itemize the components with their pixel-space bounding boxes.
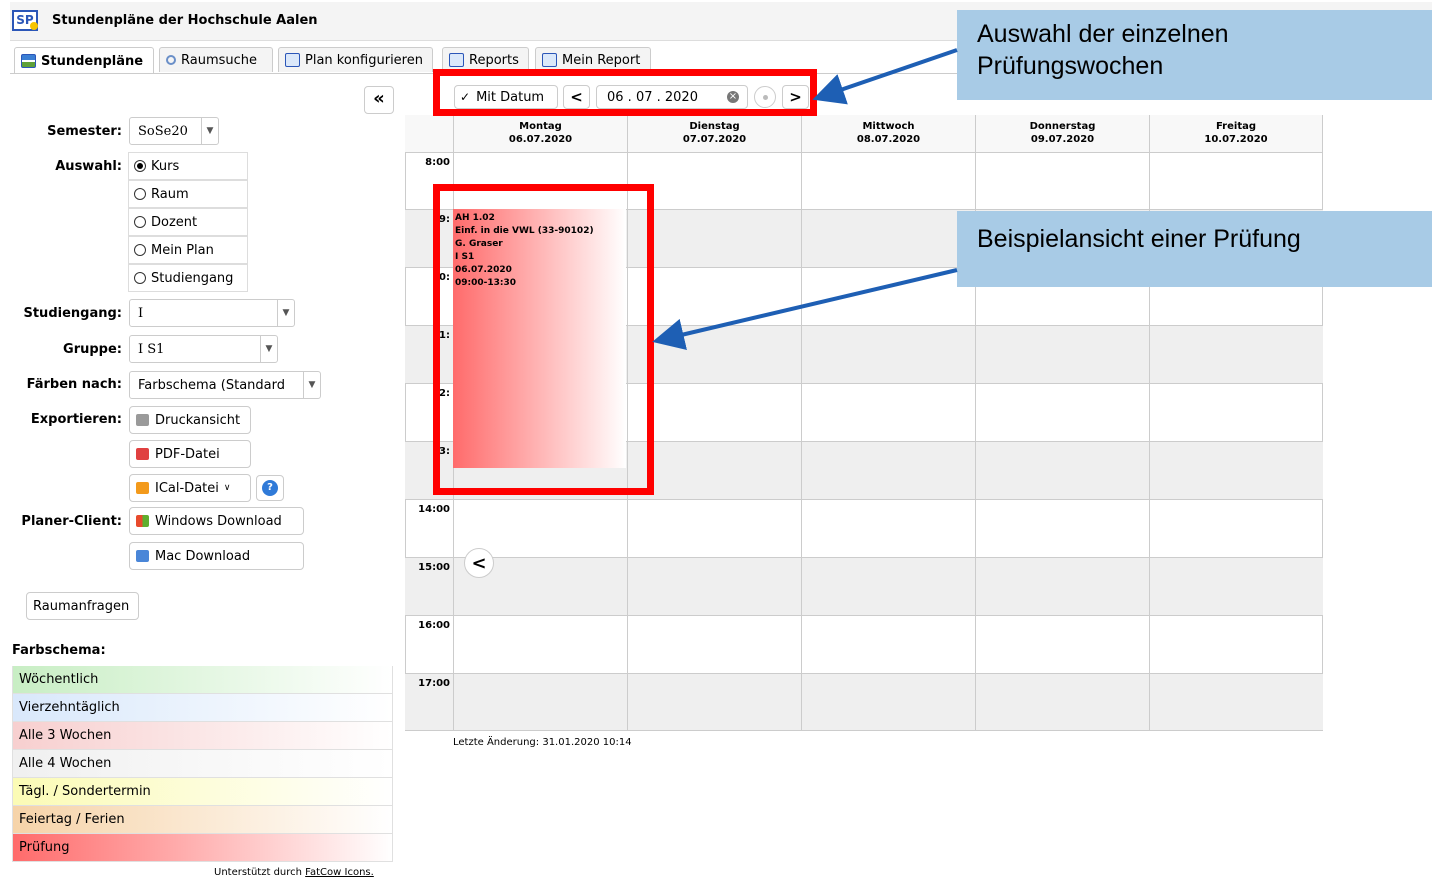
annotation-arrows [652, 48, 958, 351]
arrow-to-datebar [812, 48, 958, 105]
arrow-to-exam [652, 268, 958, 351]
